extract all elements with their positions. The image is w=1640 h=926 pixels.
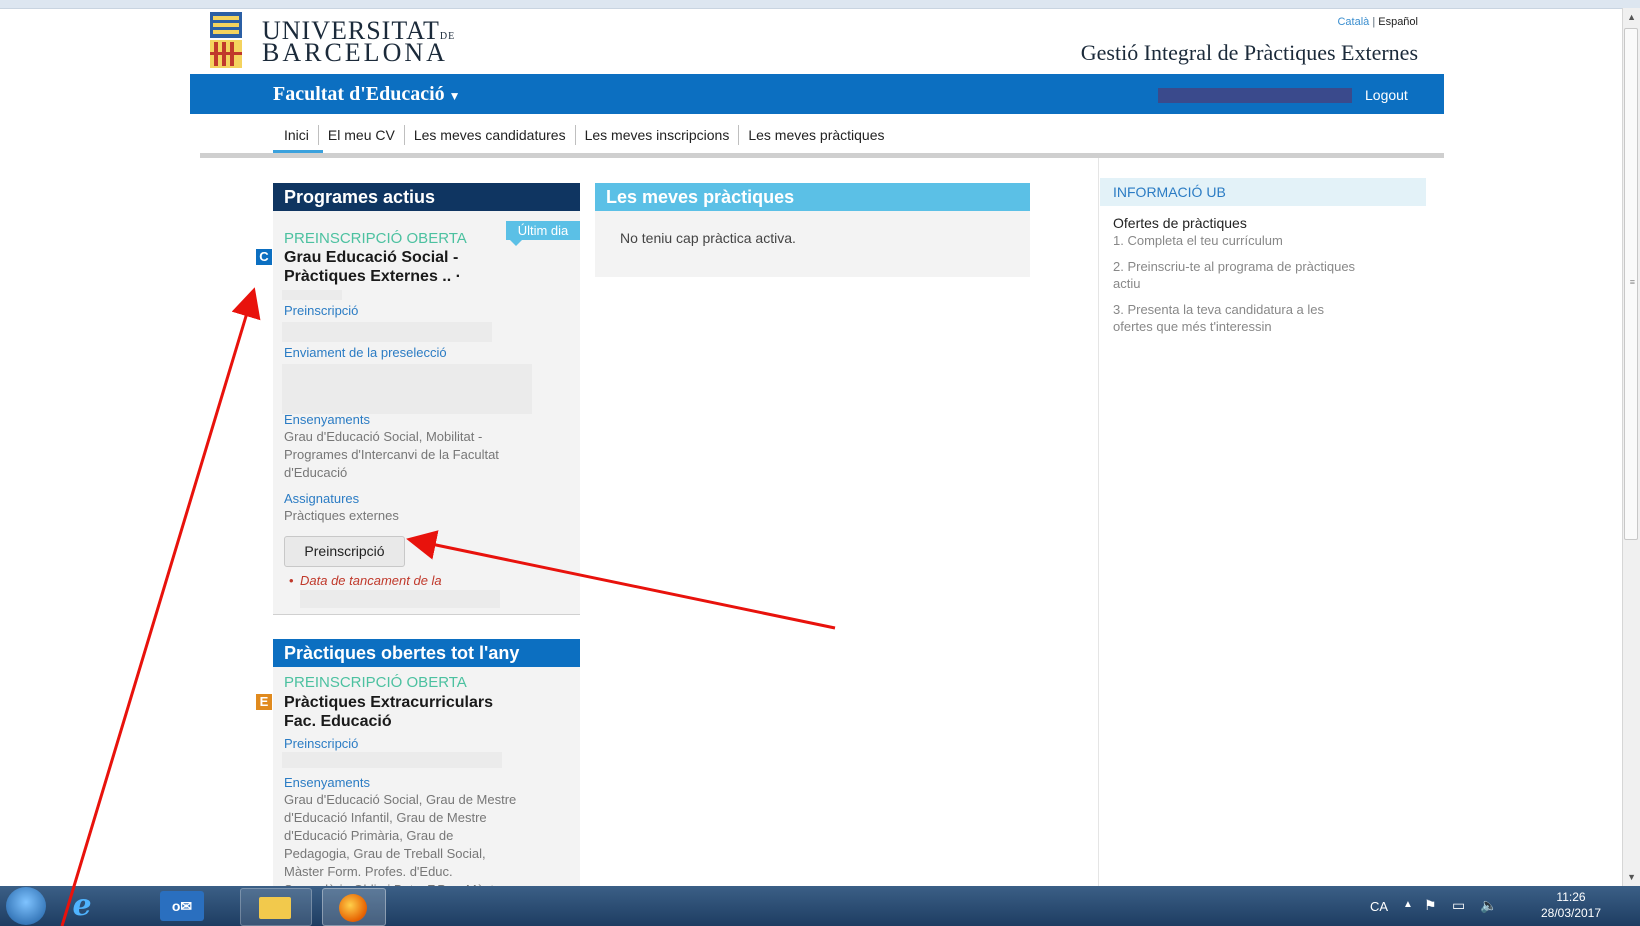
volume-icon[interactable]: 🔈 <box>1480 897 1497 914</box>
enviament-section-label: Enviament de la preselecció <box>284 345 447 360</box>
firefox-icon[interactable] <box>322 888 386 926</box>
column-divider <box>1098 158 1099 886</box>
redacted-dates <box>282 752 502 768</box>
redacted-text <box>282 290 342 300</box>
main-menu: Inici El meu CV Les meves candidatures L… <box>273 124 894 146</box>
language-switcher: Català | Español <box>1337 16 1418 28</box>
status-preinscripcio-oberta: PREINSCRIPCIÓ OBERTA <box>284 230 467 247</box>
info-step-2: 2. Preinscriu-te al programa de pràctiqu… <box>1113 259 1356 291</box>
info-step-3: 3. Presenta la teva candidatura a les of… <box>1113 302 1325 334</box>
redacted-dates <box>282 364 532 414</box>
menu-item-inici[interactable]: Inici <box>273 125 319 145</box>
lang-catala-link[interactable]: Català <box>1337 16 1369 28</box>
scroll-up-icon[interactable]: ▲ <box>1627 12 1636 22</box>
informacio-ub-header: INFORMACIÓ UB <box>1100 178 1426 206</box>
last-day-badge: Últim dia <box>506 221 580 240</box>
program-type-badge: E <box>256 694 272 710</box>
browser-top-strip <box>0 0 1640 9</box>
scroll-down-icon[interactable]: ▼ <box>1627 872 1636 882</box>
menu-item-inscripcions[interactable]: Les meves inscripcions <box>576 125 740 145</box>
program-type-badge: C <box>256 249 272 265</box>
internet-explorer-icon[interactable]: e <box>60 890 104 922</box>
assignatures-value: Pràctiques externes <box>284 508 399 523</box>
network-icon[interactable]: ▭ <box>1452 897 1465 914</box>
system-clock[interactable]: 11:26 28/03/2017 <box>1540 889 1602 921</box>
preinscripcio-section-label: Preinscripció <box>284 303 359 318</box>
menu-item-cv[interactable]: El meu CV <box>319 125 405 145</box>
file-explorer-icon[interactable] <box>240 888 312 926</box>
menu-divider <box>200 153 1444 158</box>
scroll-grip-icon: ≡ <box>1629 277 1635 287</box>
status-preinscripcio-oberta: PREINSCRIPCIÓ OBERTA <box>284 674 467 691</box>
start-button-icon[interactable] <box>6 887 46 925</box>
info-step-1: 1. Completa el teu currículum <box>1113 233 1283 248</box>
program-title[interactable]: Grau Educació Social - Pràctiques Extern… <box>284 248 461 286</box>
ofertes-subtitle: Ofertes de pràctiques <box>1113 215 1247 231</box>
ensenyaments-label: Ensenyaments <box>284 412 370 427</box>
annotation-arrow-to-program <box>60 287 261 926</box>
university-name-line2: BARCELONA <box>262 38 448 67</box>
bullet-icon: • <box>289 573 294 588</box>
programes-actius-header: Programes actius <box>273 183 580 211</box>
preinscripcio-section-label: Preinscripció <box>284 736 359 751</box>
no-practica-message: No teniu cap pràctica activa. <box>620 230 796 246</box>
menu-item-candidatures[interactable]: Les meves candidatures <box>405 125 576 145</box>
lang-espanol-link[interactable]: Español <box>1378 16 1418 28</box>
ensenyaments-label: Ensenyaments <box>284 775 370 790</box>
site-title: Gestió Integral de Pràctiques Externes <box>1080 40 1418 65</box>
closing-date-note: Data de tancament de la <box>300 573 442 588</box>
logout-link[interactable]: Logout <box>1365 87 1408 103</box>
redacted-date <box>300 590 500 608</box>
ensenyaments-value: Grau d'Educació Social, Mobilitat - Prog… <box>284 429 499 480</box>
ensenyaments-value: Grau d'Educació Social, Grau de Mestre d… <box>284 792 517 891</box>
outlook-icon[interactable]: o✉ <box>160 891 204 921</box>
program-title[interactable]: Pràctiques Extracurriculars Fac. Educaci… <box>284 693 493 731</box>
faculty-selector[interactable]: Facultat d'Educació ▼ <box>273 83 461 106</box>
preinscripcio-button[interactable]: Preinscripció <box>284 536 405 567</box>
assignatures-label: Assignatures <box>284 491 360 506</box>
show-hidden-icons-icon[interactable]: ▲ <box>1403 899 1413 910</box>
action-center-flag-icon[interactable]: ⚑ <box>1424 897 1437 914</box>
user-name-redacted <box>1158 88 1352 103</box>
caret-down-icon: ▼ <box>448 89 461 103</box>
menu-item-practiques[interactable]: Les meves pràctiques <box>739 125 893 145</box>
redacted-dates <box>282 322 492 342</box>
keyboard-language-indicator[interactable]: CA <box>1370 899 1388 914</box>
practiques-tot-any-header: Pràctiques obertes tot l'any <box>273 639 580 667</box>
meves-practiques-header: Les meves pràctiques <box>595 183 1030 211</box>
last-day-badge-tail <box>510 240 522 246</box>
university-logo <box>210 12 242 68</box>
